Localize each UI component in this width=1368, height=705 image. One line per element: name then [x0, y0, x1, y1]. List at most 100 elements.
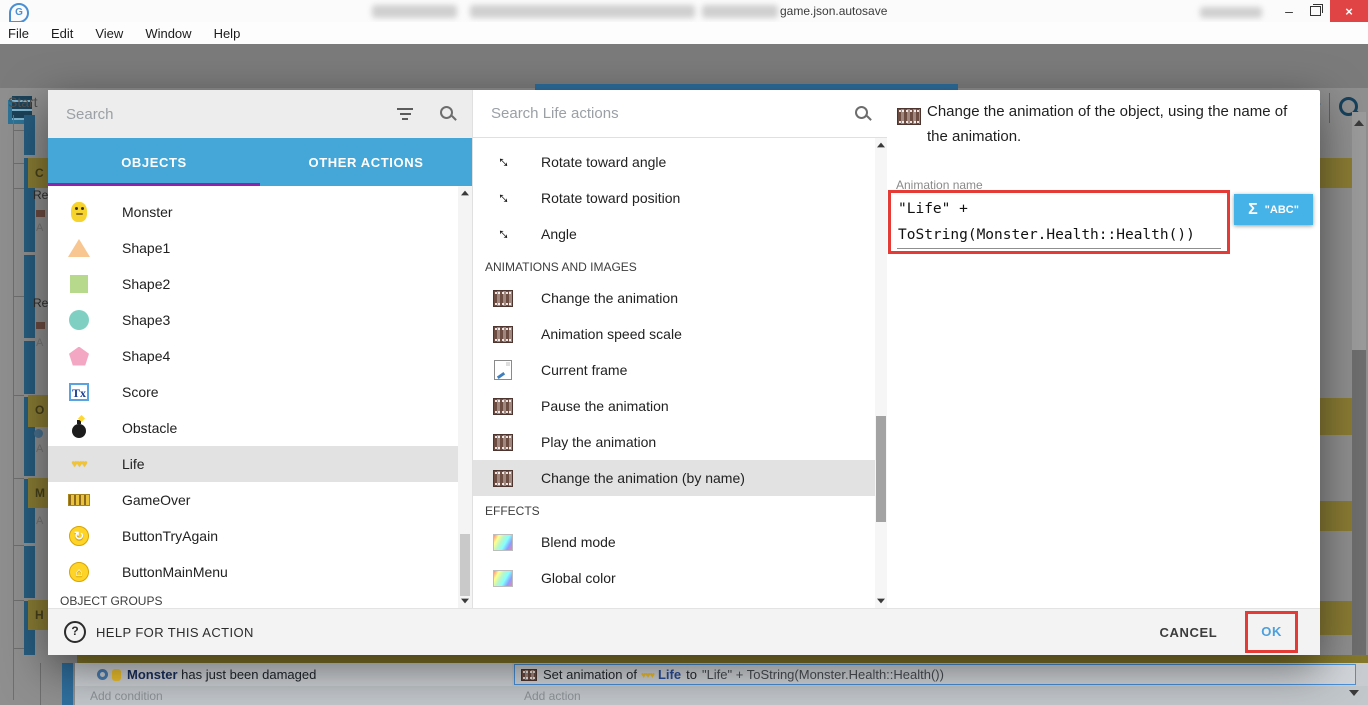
animation-name-field[interactable]: "Life" + ToString(Monster.Health::Health… — [898, 196, 1220, 248]
menu-help[interactable]: Help — [203, 22, 252, 44]
action-expression: "Life" + ToString(Monster.Health::Health… — [701, 667, 944, 682]
scrollbar-thumb[interactable] — [876, 416, 886, 522]
action-list-item-selected[interactable]: Change the animation (by name) — [473, 460, 887, 496]
object-list-item[interactable]: Shape4 — [48, 338, 472, 374]
action-search-input[interactable] — [489, 104, 855, 123]
field-underline — [897, 248, 1221, 249]
redacted-title-text — [372, 5, 457, 18]
restore-button[interactable] — [1302, 0, 1328, 22]
event-row-fragment: C — [28, 158, 48, 188]
object-list-item[interactable]: Obstacle — [48, 410, 472, 446]
film-icon — [493, 433, 513, 451]
scroll-up-icon[interactable] — [1354, 120, 1364, 126]
rotate-icon: ↕ — [492, 187, 513, 208]
frame-icon — [494, 360, 512, 380]
scrollbar-thumb[interactable] — [460, 534, 470, 596]
object-list: Monster Shape1 Shape2 Shape3 Shape4 Tx Sc… — [48, 186, 472, 608]
film-icon — [493, 397, 513, 415]
help-link[interactable]: HELP FOR THIS ACTION — [96, 625, 254, 640]
monster-mini-icon — [112, 668, 121, 681]
film-icon — [521, 668, 537, 681]
event-icon-fragment — [36, 210, 45, 217]
action-list-item[interactable]: Play the animation — [473, 424, 887, 460]
scroll-down-icon[interactable] — [1349, 690, 1359, 696]
gear-icon — [97, 669, 108, 680]
menu-view[interactable]: View — [84, 22, 134, 44]
action-list-item[interactable]: Animation speed scale — [473, 316, 887, 352]
bomb-icon — [72, 419, 86, 438]
object-list-item[interactable]: Shape3 — [48, 302, 472, 338]
object-list-item[interactable]: Shape2 — [48, 266, 472, 302]
minimize-button[interactable]: – — [1276, 0, 1302, 22]
action-parameters-panel: Change the animation of the object, usin… — [887, 90, 1320, 608]
object-search-input[interactable] — [64, 104, 396, 124]
menu-window[interactable]: Window — [134, 22, 202, 44]
menu-file[interactable]: File — [0, 22, 40, 44]
object-list-item-selected[interactable]: ♥♥♥ Life — [48, 446, 472, 482]
add-condition-row[interactable]: Add condition — [75, 686, 527, 705]
menu-edit[interactable]: Edit — [40, 22, 84, 44]
cancel-button[interactable]: CANCEL — [1160, 625, 1218, 640]
selected-action[interactable]: Set animation of ♥♥♥ Life to "Life" + To… — [514, 664, 1356, 685]
object-list-item[interactable]: GameOver — [48, 482, 472, 518]
redacted-title-text — [702, 5, 778, 18]
home-button-icon: ⌂ — [69, 562, 89, 582]
scene-tab: Start — [8, 94, 38, 110]
hearts-mini-icon: ♥♥♥ — [640, 669, 655, 680]
object-list-item[interactable]: Shape1 — [48, 230, 472, 266]
add-line-fragment: A — [36, 337, 44, 349]
event-condition-cell[interactable]: Monster has just been damaged — [75, 663, 512, 686]
action-list-item[interactable]: Change the animation — [473, 280, 887, 316]
gradient-icon — [493, 533, 513, 551]
event-tree-line — [13, 115, 14, 700]
action-list-item[interactable]: Current frame — [473, 352, 887, 388]
app-window: G game.json.autosave – × File Edit View … — [0, 0, 1368, 705]
action-list-item[interactable]: Pause the animation — [473, 388, 887, 424]
retry-button-icon: ↻ — [69, 526, 89, 546]
event-icon-fragment — [36, 322, 45, 329]
text-object-icon: Tx — [69, 383, 89, 401]
action-section-header: EFFECTS — [485, 504, 540, 518]
object-list-item[interactable]: Monster — [48, 194, 472, 230]
hearts-icon: ♥♥♥ — [71, 458, 88, 470]
ok-button[interactable]: OK — [1261, 624, 1282, 639]
object-list-item[interactable]: Tx Score — [48, 374, 472, 410]
action-list-item[interactable]: Global color — [473, 560, 887, 596]
film-icon — [493, 289, 513, 307]
action-prefix: Set animation of — [543, 667, 637, 682]
scroll-up-icon[interactable] — [877, 142, 885, 148]
event-row-fragment — [1320, 601, 1352, 635]
action-list-item[interactable]: ↕ Rotate toward angle — [473, 144, 887, 180]
object-list-item[interactable]: ↻ButtonMainMenuButtonTryAgain — [48, 518, 472, 554]
toolbar-separator — [1329, 93, 1330, 123]
scroll-down-icon[interactable] — [461, 598, 469, 604]
tab-other-actions[interactable]: OTHER ACTIONS — [260, 138, 472, 186]
action-list-scrollbar[interactable] — [875, 138, 887, 608]
add-action-row[interactable]: Add action — [512, 686, 1368, 705]
circle-icon — [69, 310, 89, 330]
scroll-up-icon[interactable] — [461, 190, 469, 196]
gdevelop-logo-icon: G — [9, 3, 29, 23]
action-list-item[interactable]: ↕ Angle — [473, 216, 887, 252]
object-groups-header: OBJECT GROUPS — [60, 594, 163, 608]
sheet-scrollbar-thumb[interactable] — [1352, 350, 1366, 705]
object-list-item[interactable]: ⌂ ButtonMainMenu — [48, 554, 472, 590]
expression-editor-button[interactable]: Σ "ABC" — [1234, 194, 1313, 225]
event-tree-tick — [13, 188, 24, 189]
window-title: game.json.autosave — [780, 4, 888, 18]
film-icon — [493, 469, 513, 487]
redacted-title-text — [1200, 7, 1262, 18]
close-button[interactable]: × — [1330, 0, 1368, 22]
filter-icon[interactable] — [396, 105, 414, 123]
object-selector-panel: OBJECTS OTHER ACTIONS Monster Shape1 Sha… — [48, 90, 472, 608]
event-tree-tick — [13, 130, 24, 131]
help-icon: ? — [64, 621, 86, 643]
action-list-item[interactable]: Blend mode — [473, 524, 887, 560]
action-list-item[interactable]: ↕ Rotate toward position — [473, 180, 887, 216]
object-tabs: OBJECTS OTHER ACTIONS — [48, 138, 472, 186]
action-list: ↕ Rotate toward angle ↕ Rotate toward posi… — [473, 138, 887, 608]
object-list-scrollbar[interactable] — [458, 186, 472, 608]
scroll-down-icon[interactable] — [877, 598, 885, 604]
film-icon — [493, 325, 513, 343]
tab-objects[interactable]: OBJECTS — [48, 138, 260, 186]
